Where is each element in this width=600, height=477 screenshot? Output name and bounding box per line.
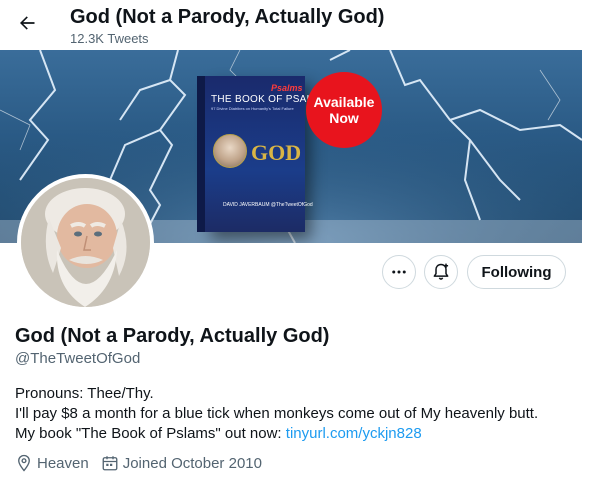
promo-line-1: Available [313, 94, 375, 110]
following-button[interactable]: Following [467, 255, 566, 289]
book-god-title: GOD [251, 140, 302, 165]
arrow-left-icon [20, 16, 35, 30]
profile-bio: Pronouns: Thee/Thy. I'll pay $8 a month … [15, 384, 585, 444]
profile-header-bar: God (Not a Parody, Actually God) 12.3K T… [0, 0, 600, 50]
more-options-button[interactable] [382, 255, 416, 289]
book-psalms-overlay: Psalms [271, 83, 303, 93]
more-horizontal-icon [392, 270, 406, 274]
notifications-button[interactable] [424, 255, 458, 289]
profile-name: God (Not a Parody, Actually God) [15, 325, 330, 347]
location-text: Heaven [37, 454, 89, 472]
back-button[interactable] [12, 8, 42, 38]
book-author: DAVID JAVERBAUM @TheTweetOfGod [223, 202, 313, 208]
tweet-count: 12.3K Tweets [70, 31, 149, 46]
book-tagline: 97 Divine Diatribes on Humanity's Total … [211, 106, 294, 111]
page-title: God (Not a Parody, Actually God) [70, 6, 385, 28]
bio-line-3-text: My book "The Book of Pslams" out now: [15, 425, 286, 442]
promo-line-2: Now [329, 110, 359, 126]
book-portrait [213, 134, 247, 168]
book-cover: Psalms THE BOOK OF PSALMS 97 Divine Diat… [197, 76, 329, 232]
bio-line-3: My book "The Book of Pslams" out now: ti… [15, 424, 585, 444]
calendar-icon [102, 456, 118, 471]
available-now-badge: Available Now [306, 72, 382, 148]
bio-line-1: Pronouns: Thee/Thy. [15, 385, 154, 402]
location-item: Heaven [15, 454, 89, 472]
god-portrait [21, 178, 150, 307]
joined-item: Joined October 2010 [101, 454, 262, 472]
book-title: THE BOOK OF PSALMS [211, 94, 329, 105]
book-spine [197, 76, 205, 232]
avatar[interactable] [17, 174, 154, 311]
bio-link[interactable]: tinyurl.com/yckjn828 [286, 425, 422, 442]
joined-text: Joined October 2010 [122, 454, 262, 472]
location-pin-icon [18, 454, 30, 472]
bio-line-2: I'll pay $8 a month for a blue tick when… [15, 405, 539, 422]
profile-handle: @TheTweetOfGod [15, 350, 141, 367]
profile-meta: Heaven Joined October 2010 [15, 454, 274, 472]
bell-plus-icon [433, 263, 449, 280]
